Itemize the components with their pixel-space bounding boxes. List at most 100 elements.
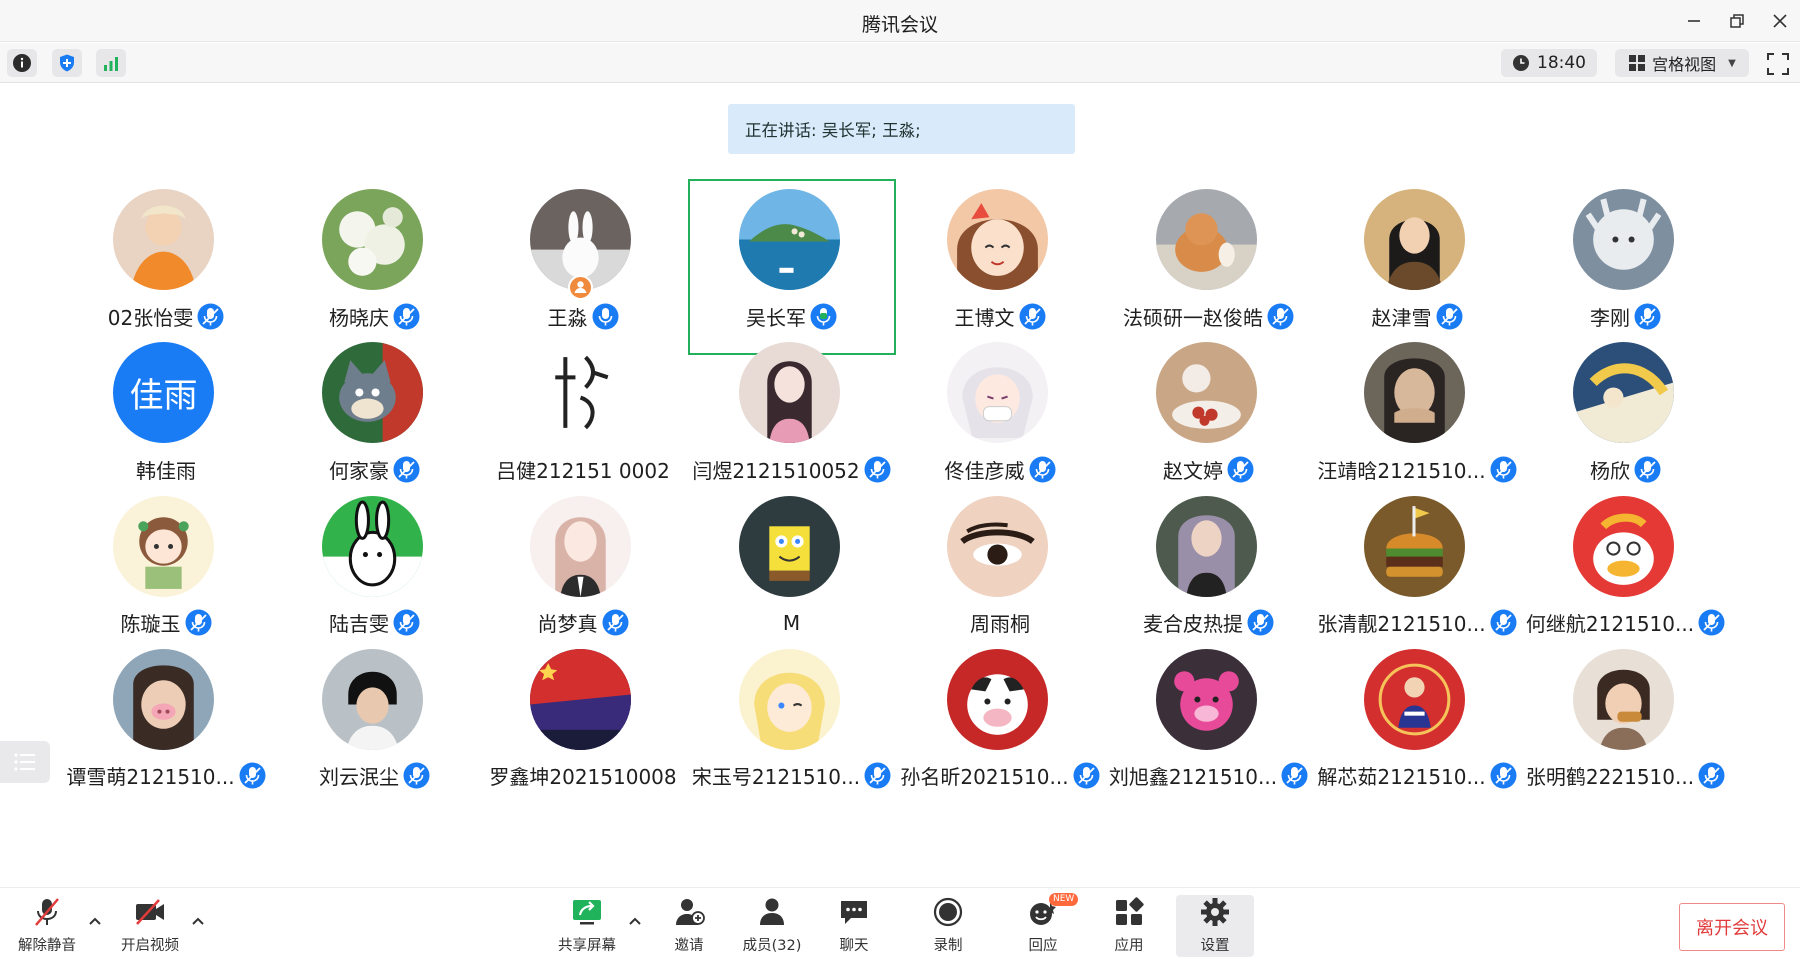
participant-tile[interactable]: 王博文	[896, 179, 1104, 355]
participant-tile[interactable]: 周雨桐	[896, 486, 1104, 662]
participant-list-toggle[interactable]	[0, 741, 50, 783]
window-title: 腾讯会议	[861, 14, 938, 36]
participant-tile[interactable]: 杨晓庆	[271, 179, 479, 355]
participant-tile[interactable]: 何家豪	[271, 332, 479, 508]
avatar-image	[947, 648, 1048, 750]
participant-tile[interactable]: 佟佳彦威	[896, 332, 1104, 508]
chat-button[interactable]: 聊天	[815, 895, 893, 957]
avatar-image	[1155, 648, 1257, 750]
clock-icon	[1513, 55, 1529, 71]
participant-tile[interactable]: 赵文婷	[1105, 332, 1313, 508]
participant-tile[interactable]: 佳雨 韩佳雨	[62, 332, 270, 508]
participant-tile[interactable]: 罗鑫坤2021510008	[479, 639, 687, 815]
participant-tile[interactable]: 张明鹤2221510...	[1522, 639, 1730, 815]
participant-tile[interactable]: 02张怡雯	[62, 179, 270, 355]
network-status-button[interactable]	[96, 49, 126, 77]
participant-name: 刘云泯尘	[319, 765, 399, 790]
participant-tile[interactable]: 刘云泯尘	[271, 639, 479, 815]
security-button[interactable]	[52, 49, 82, 77]
apps-grid-icon	[1116, 897, 1144, 925]
host-badge-icon	[568, 275, 593, 300]
view-mode-dropdown[interactable]: 宫格视图 ▼	[1615, 49, 1749, 77]
avatar	[113, 648, 214, 750]
microphone-icon	[1436, 303, 1462, 329]
signal-bars-icon	[104, 57, 118, 71]
participant-tile[interactable]: 宋玉号2121510...	[688, 639, 896, 815]
participant-tile[interactable]: 李刚	[1522, 179, 1730, 355]
minimize-button[interactable]	[1680, 8, 1708, 34]
participant-tile[interactable]: 闫煜2121510052	[688, 332, 896, 508]
participant-tile[interactable]: 麦合皮热提	[1105, 486, 1313, 662]
microphone-icon	[1634, 456, 1661, 483]
participant-tile[interactable]: 张清靓2121510...	[1313, 486, 1521, 662]
microphone-active-icon	[592, 303, 618, 329]
avatar	[530, 495, 631, 597]
invite-button[interactable]: 邀请	[650, 895, 728, 957]
participant-tile[interactable]: 陈璇玉	[62, 486, 270, 662]
fullscreen-icon[interactable]	[1766, 52, 1790, 76]
members-button[interactable]: 成员(32)	[733, 895, 811, 957]
share-screen-button[interactable]: 共享屏幕	[548, 895, 626, 957]
participant-name: 陆吉雯	[329, 612, 389, 637]
settings-label: 设置	[1200, 938, 1230, 954]
avatar	[947, 495, 1048, 597]
participant-tile[interactable]: 汪靖晗2121510...	[1313, 332, 1521, 508]
meeting-controls-bar: 解除静音 开启视频 共享屏幕 邀请 成员(32) 聊天 录制 NEW 回应 应用…	[0, 887, 1800, 958]
settings-button[interactable]: 设置	[1176, 895, 1254, 957]
meeting-info-button[interactable]	[7, 49, 37, 77]
chat-bubble-icon	[841, 901, 867, 924]
avatar	[1572, 648, 1674, 750]
participant-name: 吴长军	[746, 305, 806, 330]
close-button[interactable]	[1766, 8, 1794, 34]
audio-options-caret-icon[interactable]	[86, 913, 104, 929]
participant-tile[interactable]: 孙名昕2021510...	[896, 639, 1104, 815]
participant-tile[interactable]: 尚梦真	[479, 486, 687, 662]
avatar-image	[321, 189, 423, 290]
participant-tile[interactable]: 吴长军	[687, 179, 896, 355]
video-options-caret-icon[interactable]	[189, 913, 207, 929]
close-icon	[1773, 14, 1787, 28]
start-video-button[interactable]: 开启视频	[111, 895, 189, 957]
microphone-icon	[602, 609, 628, 636]
participant-tile[interactable]: 何继航2121510...	[1522, 486, 1730, 662]
participant-tile[interactable]: 谭雪萌2121510...	[62, 639, 270, 815]
reactions-button[interactable]: NEW 回应	[1004, 893, 1082, 957]
participant-tile[interactable]: 王淼	[479, 179, 687, 355]
avatar	[947, 189, 1048, 290]
microphone-icon	[1227, 456, 1254, 483]
participant-tile[interactable]: M	[688, 486, 896, 662]
participant-tile[interactable]: 法硕研一赵俊皓	[1105, 179, 1313, 355]
unmute-label: 解除静音	[18, 938, 76, 954]
avatar	[1155, 342, 1257, 444]
apps-button[interactable]: 应用	[1090, 895, 1168, 957]
avatar	[321, 648, 423, 750]
participant-name: 尚梦真	[537, 612, 598, 637]
unmute-button[interactable]: 解除静音	[8, 895, 86, 957]
microphone-icon	[185, 609, 211, 636]
participant-tile[interactable]: 陆吉雯	[271, 486, 479, 662]
avatar	[738, 342, 840, 444]
participant-name: 孙名昕2021510...	[900, 765, 1069, 790]
participant-name-row: 何继航2121510...	[1502, 609, 1750, 637]
participant-tile[interactable]: 赵津雪	[1313, 179, 1521, 355]
avatar-image	[530, 342, 631, 444]
minimize-icon	[1688, 20, 1700, 22]
leave-meeting-button[interactable]: 离开会议	[1679, 903, 1785, 951]
participant-name: 杨晓庆	[329, 305, 389, 330]
restore-button[interactable]	[1723, 8, 1751, 34]
participant-tile[interactable]: 吕健212151 0002	[479, 332, 687, 508]
participant-tile[interactable]: 刘旭鑫2121510...	[1105, 639, 1313, 815]
avatar	[738, 495, 840, 597]
participant-tile[interactable]: 解芯茹2121510...	[1313, 639, 1521, 815]
participant-name: 闫煜2121510052	[692, 458, 860, 483]
new-badge: NEW	[1049, 893, 1079, 906]
members-icon	[760, 898, 784, 925]
record-button[interactable]: 录制	[909, 895, 987, 957]
participant-name: 佟佳彦威	[944, 458, 1025, 483]
participant-name: 赵津雪	[1371, 305, 1432, 330]
participant-tile[interactable]: 杨欣	[1522, 332, 1730, 508]
share-options-caret-icon[interactable]	[626, 913, 644, 929]
avatar: 佳雨	[113, 342, 214, 444]
avatar	[947, 648, 1048, 750]
participant-name: 汪靖晗2121510...	[1317, 458, 1486, 483]
